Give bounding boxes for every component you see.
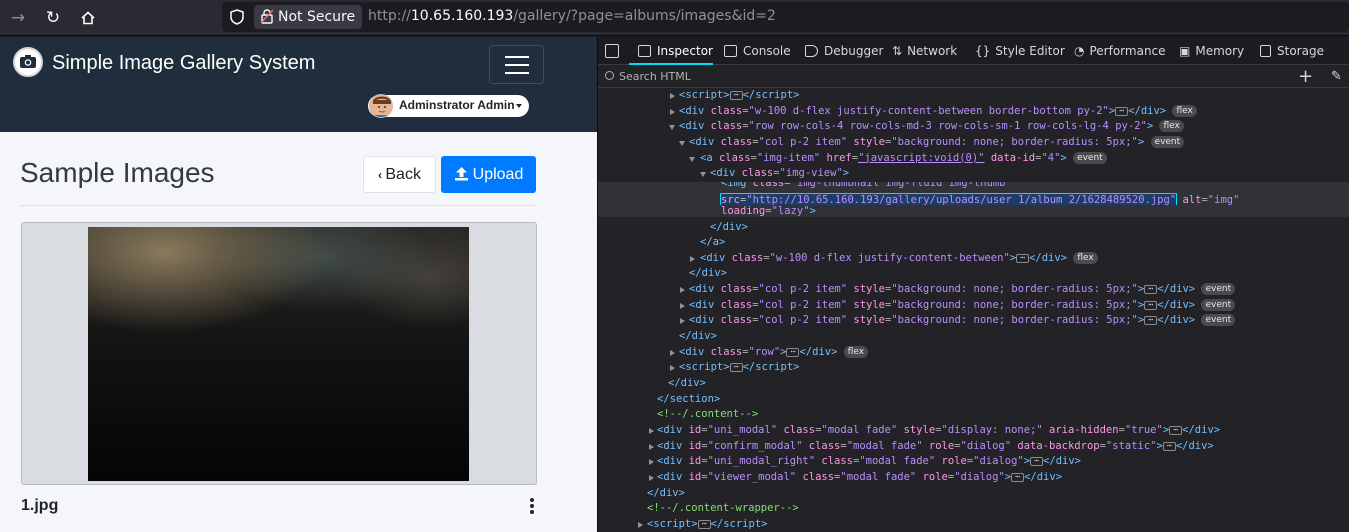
markup-node[interactable]: <script> ⋯ </script>	[598, 517, 1349, 532]
tab-label: Debugger	[824, 44, 884, 58]
markup-node[interactable]: <script> ⋯ </script>	[598, 360, 1349, 376]
image-file-name: 1.jpg	[21, 497, 59, 514]
markup-node[interactable]: <div class="col p-2 item" style="backgro…	[598, 135, 1349, 151]
markup-node[interactable]: <script> ⋯ </script>	[598, 88, 1349, 104]
markup-tree[interactable]: <script> ⋯ </script> <div class="w-100 d-f…	[598, 88, 1349, 532]
markup-node[interactable]: </a>	[598, 235, 1349, 251]
markup-node[interactable]: <div class="w-100 d-flex justify-content…	[598, 104, 1349, 120]
search-icon	[605, 71, 614, 80]
markup-comment[interactable]: <!--/.content-->	[598, 407, 1349, 423]
markup-node[interactable]: <div id="confirm_modal" class="modal fad…	[598, 439, 1349, 455]
back-button[interactable]: ‹ Back	[363, 156, 436, 193]
upload-button-label: Upload	[472, 166, 524, 183]
markup-node[interactable]: <div id="uni_modal" class="modal fade" s…	[598, 423, 1349, 439]
url-host: 10.65.160.193	[410, 8, 514, 24]
forward-arrow-icon[interactable]: →	[6, 6, 30, 30]
markup-node[interactable]: loading="lazy">	[598, 205, 1349, 217]
markup-node[interactable]: </div>	[598, 329, 1349, 345]
memory-chip-icon: ▣	[1179, 44, 1191, 58]
camera-logo-icon[interactable]	[13, 47, 43, 77]
active-tab-indicator	[629, 63, 713, 65]
search-input[interactable]: Search HTML	[619, 70, 691, 83]
tab-label: Inspector	[657, 44, 713, 58]
markup-node[interactable]: </div>	[598, 266, 1349, 282]
more-options-icon[interactable]	[528, 498, 536, 516]
not-secure-label: Not Secure	[278, 9, 356, 25]
markup-node[interactable]: <div class="col p-2 item" style="backgro…	[598, 313, 1349, 329]
tab-label: Storage	[1277, 44, 1324, 58]
markup-node[interactable]: </div>	[598, 376, 1349, 392]
tab-memory[interactable]: ▣ Memory	[1179, 37, 1244, 65]
tab-console[interactable]: Console	[724, 37, 791, 65]
reload-icon[interactable]: ↻	[41, 6, 65, 30]
tab-label: Network	[907, 44, 958, 58]
avatar	[369, 94, 393, 118]
markup-node[interactable]: <div class="row row-cols-4 row-cols-md-3…	[598, 119, 1349, 135]
caret-down-icon	[516, 104, 522, 108]
markup-node[interactable]: <a class="img-item" href="javascript:voi…	[598, 151, 1349, 167]
url-scheme: http://	[368, 8, 411, 24]
menu-toggle-button[interactable]	[489, 45, 544, 84]
upload-icon	[454, 167, 468, 181]
inspector-icon	[638, 45, 651, 57]
home-icon[interactable]	[76, 6, 100, 30]
tab-network[interactable]: ⇅ Network	[892, 37, 957, 65]
tab-style-editor[interactable]: {} Style Editor	[975, 37, 1065, 65]
element-picker-icon[interactable]	[605, 44, 619, 58]
tab-storage[interactable]: Storage	[1260, 37, 1324, 65]
storage-icon	[1260, 45, 1271, 57]
browser-toolbar: → ↻ Not Secure http://10.65.160.193/gall…	[0, 0, 1349, 36]
html-search-bar[interactable]: Search HTML + ✎	[598, 66, 1349, 88]
markup-node[interactable]: <div class="col p-2 item" style="backgro…	[598, 298, 1349, 314]
markup-node[interactable]: <div class="col p-2 item" style="backgro…	[598, 282, 1349, 298]
console-icon	[724, 45, 737, 57]
not-secure-indicator[interactable]: Not Secure	[254, 5, 363, 29]
markup-node-selected[interactable]: src="http://10.65.160.193/gallery/upload…	[598, 189, 1349, 207]
top-navbar: Simple Image Gallery System Adminstrator…	[0, 37, 597, 132]
broken-lock-icon	[261, 9, 273, 24]
tab-label: Memory	[1195, 44, 1245, 58]
user-name: Adminstrator Admin	[399, 98, 515, 112]
page-title: Sample Images	[20, 157, 215, 188]
markup-node[interactable]: </section>	[598, 392, 1349, 408]
address-bar[interactable]: Not Secure http://10.65.160.193/gallery/…	[222, 2, 1349, 32]
tab-inspector[interactable]: Inspector	[638, 37, 713, 65]
debugger-icon	[805, 45, 818, 57]
image-thumbnail[interactable]	[88, 227, 469, 481]
markup-node[interactable]: <div class="w-100 d-flex justify-content…	[598, 251, 1349, 267]
web-page: Simple Image Gallery System Adminstrator…	[0, 37, 597, 532]
braces-icon: {}	[975, 44, 991, 58]
tab-label: Performance	[1089, 44, 1166, 58]
markup-node[interactable]: <div id="uni_modal_right" class="modal f…	[598, 454, 1349, 470]
back-button-label: Back	[385, 166, 421, 183]
tab-debugger[interactable]: Debugger	[805, 37, 883, 65]
markup-comment[interactable]: <!--/.content-wrapper-->	[598, 501, 1349, 517]
markup-node[interactable]: <div class="img-view">	[598, 166, 1349, 182]
network-arrows-icon: ⇅	[892, 44, 903, 58]
upload-button[interactable]: Upload	[441, 156, 536, 193]
devtools-toolbar: Inspector Console Debugger ⇅ Network {} St…	[598, 37, 1349, 65]
tracking-protection-shield-icon[interactable]	[230, 9, 244, 25]
divider	[20, 205, 536, 206]
tab-label: Style Editor	[995, 44, 1065, 58]
markup-node[interactable]: <div id="viewer_modal" class="modal fade…	[598, 470, 1349, 486]
eyedropper-icon[interactable]: ✎	[1331, 69, 1342, 84]
markup-node[interactable]: </div>	[598, 220, 1349, 236]
url-path: /gallery/?page=albums/images&id=2	[513, 8, 776, 24]
tab-label: Console	[743, 44, 791, 58]
add-node-icon[interactable]: +	[1298, 67, 1313, 87]
user-dropdown[interactable]: Adminstrator Admin	[368, 94, 529, 118]
gauge-icon: ◔	[1074, 44, 1085, 58]
devtools-panel: Inspector Console Debugger ⇅ Network {} St…	[598, 37, 1349, 532]
brand-title[interactable]: Simple Image Gallery System	[52, 52, 315, 75]
tab-performance[interactable]: ◔ Performance	[1074, 37, 1166, 65]
url-text[interactable]: http://10.65.160.193/gallery/?page=album…	[368, 8, 776, 24]
image-card[interactable]	[21, 222, 537, 485]
markup-node[interactable]: <div class="row"> ⋯ </div> flex	[598, 345, 1349, 361]
markup-node[interactable]: </div>	[598, 486, 1349, 502]
